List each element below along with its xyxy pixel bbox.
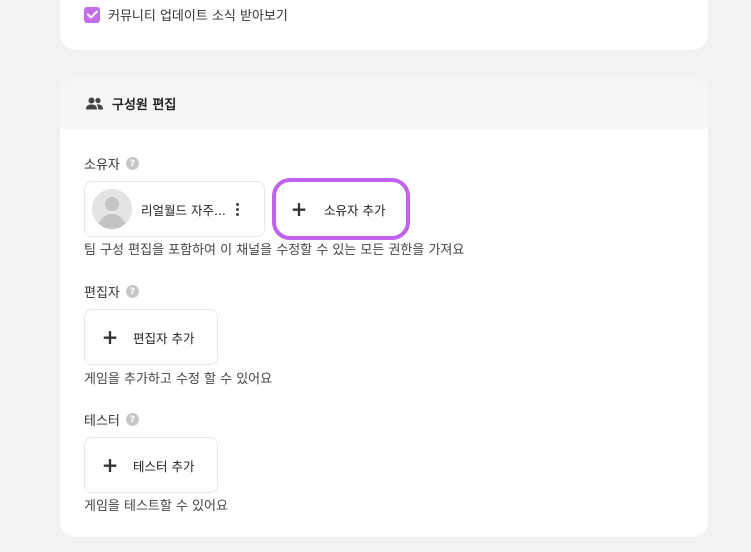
tester-description: 게임을 테스트할 수 있어요: [84, 499, 228, 514]
users-icon: [86, 97, 103, 109]
owner-label: 소유자: [84, 158, 120, 173]
add-tester-label: 테스터 추가: [133, 458, 195, 474]
community-updates-label: 커뮤니티 업데이트 소식 받아보기: [108, 9, 288, 24]
editor-description: 게임을 추가하고 수정 할 수 있어요: [84, 372, 273, 387]
notification-card: 커뮤니티 업데이트 소식 받아보기: [60, 0, 708, 50]
editor-section-label: 편집자 ?: [84, 282, 139, 301]
owner-member-name: 리얼월드 자주...: [141, 202, 226, 218]
team-members-title: 구성원 편집: [112, 97, 177, 113]
add-editor-label: 편집자 추가: [133, 330, 195, 346]
add-owner-label: 소유자 추가: [324, 202, 386, 218]
tester-label: 테스터: [84, 414, 120, 429]
avatar: [92, 189, 132, 229]
tester-help-icon[interactable]: ?: [125, 413, 139, 426]
plus-icon: +: [290, 197, 308, 221]
community-updates-option[interactable]: 커뮤니티 업데이트 소식 받아보기: [84, 5, 288, 24]
editor-help-icon[interactable]: ?: [125, 285, 139, 298]
team-members-card: 구성원 편집 소유자 ? 리얼월드 자주... + 소유자 추가 팀 구성 편집…: [60, 77, 708, 537]
check-icon: [86, 10, 98, 19]
add-owner-button[interactable]: + 소유자 추가: [272, 178, 410, 240]
owner-member-chip: 리얼월드 자주...: [84, 181, 265, 237]
owner-description: 팀 구성 편집을 포함하여 이 채널을 수정할 수 있는 모든 권한을 가져요: [84, 243, 465, 258]
kebab-menu-icon[interactable]: [235, 202, 239, 216]
plus-icon: +: [101, 453, 119, 477]
owner-help-icon[interactable]: ?: [125, 157, 139, 170]
add-tester-button[interactable]: + 테스터 추가: [84, 437, 218, 493]
owner-section-label: 소유자 ?: [84, 154, 139, 173]
community-updates-checkbox[interactable]: [84, 6, 100, 23]
team-members-header: 구성원 편집: [60, 77, 708, 129]
editor-label: 편집자: [84, 286, 120, 301]
add-editor-button[interactable]: + 편집자 추가: [84, 309, 218, 365]
plus-icon: +: [101, 325, 119, 349]
tester-section-label: 테스터 ?: [84, 410, 139, 429]
